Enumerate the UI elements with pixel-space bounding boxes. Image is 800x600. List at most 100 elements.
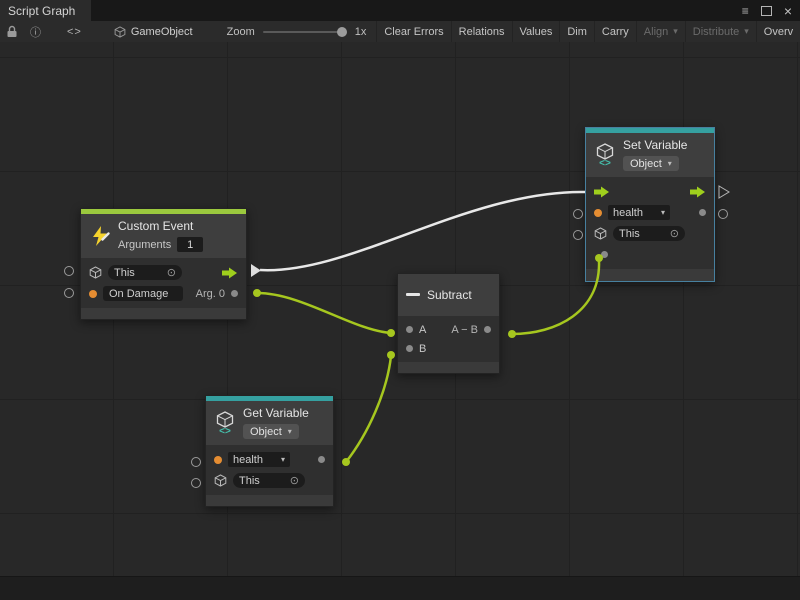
tab-script-graph[interactable]: Script Graph (0, 0, 91, 21)
tab-bar: Script Graph ≡ × (0, 0, 800, 21)
input-a-row: A A − B (398, 320, 499, 339)
cube-icon (594, 227, 607, 240)
gameobject-icon (114, 26, 126, 38)
arg0-output-port[interactable] (231, 290, 238, 297)
target-row: This ⊙ (81, 262, 246, 283)
event-name-field[interactable]: On Damage (103, 286, 183, 301)
cube-icon (214, 474, 227, 487)
caret-down-icon: ▾ (288, 427, 292, 436)
variable-name-dropdown[interactable]: health ▾ (608, 205, 670, 220)
custom-event-body: This ⊙ On Damage Arg. 0 (81, 258, 246, 308)
variable-scope-dropdown[interactable]: Object ▾ (243, 424, 299, 439)
target-object-field[interactable]: This ⊙ (233, 473, 305, 488)
variable-name-row: health ▾ (586, 202, 714, 223)
menu-icon[interactable]: ≡ (742, 4, 749, 18)
value-output-port[interactable] (699, 209, 706, 216)
svg-text:<>: <> (219, 426, 231, 435)
variable-port-dot[interactable] (214, 456, 222, 464)
value-output-port[interactable] (318, 456, 325, 463)
variable-icon: <> (594, 143, 616, 167)
target-object-field[interactable]: This ⊙ (613, 226, 685, 241)
zoom-label: Zoom (227, 26, 255, 38)
caret-down-icon: ▾ (673, 26, 678, 37)
target-row: This ⊙ (586, 223, 714, 244)
dim-button[interactable]: Dim (560, 21, 595, 42)
node-custom-event[interactable]: Custom Event Arguments 1 This ⊙ (80, 208, 247, 320)
value-input-row (586, 244, 714, 265)
node-set-variable[interactable]: <> Set Variable Object ▾ (585, 127, 715, 282)
node-footer (206, 495, 333, 506)
zoom-control: Zoom 1x (227, 26, 367, 38)
subtract-icon (406, 293, 420, 296)
code-icon[interactable]: <> (61, 26, 88, 38)
value-input-port[interactable] (601, 251, 608, 258)
align-button: Align ▾ (637, 21, 686, 42)
arguments-count-field[interactable]: 1 (177, 237, 203, 252)
cube-icon (89, 266, 102, 279)
get-variable-header: <> Get Variable Object ▾ (206, 401, 333, 445)
object-picker-icon[interactable]: ⊙ (670, 227, 679, 240)
node-title: Get Variable (243, 406, 309, 420)
tab-spacer (91, 0, 741, 21)
carry-button[interactable]: Carry (595, 21, 637, 42)
get-variable-body: health ▾ This ⊙ (206, 445, 333, 495)
input-a-port[interactable] (406, 326, 413, 333)
lock-icon[interactable] (0, 25, 24, 38)
distribute-button: Distribute ▾ (686, 21, 757, 42)
info-icon[interactable]: ⓘ (24, 24, 47, 40)
caret-down-icon: ▾ (744, 26, 749, 37)
variable-scope-dropdown[interactable]: Object ▾ (623, 156, 679, 171)
object-picker-icon[interactable]: ⊙ (167, 266, 176, 279)
canvas-bottom-strip (0, 576, 800, 600)
toolbar-buttons: Clear Errors Relations Values Dim Carry … (376, 21, 800, 42)
caret-down-icon: ▾ (668, 159, 672, 168)
variable-icon: <> (214, 411, 236, 435)
control-flow-row (586, 181, 714, 202)
node-title: Custom Event (118, 219, 203, 233)
input-a-label: A (419, 324, 426, 336)
overview-button[interactable]: Overv (757, 21, 800, 42)
target-row: This ⊙ (206, 470, 333, 491)
values-button[interactable]: Values (513, 21, 561, 42)
output-port[interactable] (484, 326, 491, 333)
graph-target-label: GameObject (131, 26, 193, 38)
zoom-slider[interactable] (263, 31, 347, 33)
set-variable-header: <> Set Variable Object ▾ (586, 133, 714, 177)
close-icon[interactable]: × (784, 4, 792, 18)
node-title: Set Variable (623, 138, 687, 152)
zoom-slider-handle[interactable] (337, 27, 347, 37)
variable-name-row: health ▾ (206, 449, 333, 470)
node-footer (586, 269, 714, 281)
node-title: Subtract (427, 288, 472, 302)
event-name-row: On Damage Arg. 0 (81, 283, 246, 304)
clear-errors-button[interactable]: Clear Errors (377, 21, 451, 42)
target-object-field[interactable]: This ⊙ (108, 265, 182, 280)
node-footer (398, 362, 499, 373)
node-get-variable[interactable]: <> Get Variable Object ▾ health ▾ (205, 395, 334, 507)
control-input-arrow[interactable] (594, 186, 610, 198)
node-subtract[interactable]: Subtract A A − B B (397, 273, 500, 374)
subtract-body: A A − B B (398, 316, 499, 362)
subtract-header: Subtract (398, 274, 499, 316)
input-b-label: B (419, 343, 426, 355)
control-output-arrow[interactable] (690, 186, 706, 198)
input-b-port[interactable] (406, 345, 413, 352)
relations-button[interactable]: Relations (452, 21, 513, 42)
custom-event-icon (89, 225, 111, 247)
variable-name-dropdown[interactable]: health ▾ (228, 452, 290, 467)
set-variable-body: health ▾ This ⊙ (586, 177, 714, 269)
tab-title: Script Graph (8, 4, 75, 18)
script-graph-window: Script Graph ≡ × ⓘ <> GameObject (0, 0, 800, 600)
arguments-label: Arguments (118, 239, 171, 251)
graph-target[interactable]: GameObject (114, 26, 193, 38)
svg-text:<>: <> (599, 158, 611, 167)
input-b-row: B (398, 339, 499, 358)
zoom-value: 1x (355, 26, 367, 38)
variable-port-dot[interactable] (594, 209, 602, 217)
control-output-arrow[interactable] (222, 267, 238, 279)
custom-event-header: Custom Event Arguments 1 (81, 214, 246, 258)
caret-down-icon: ▾ (661, 208, 665, 217)
object-picker-icon[interactable]: ⊙ (290, 474, 299, 487)
event-port-dot[interactable] (89, 290, 97, 298)
maximize-icon[interactable] (761, 6, 772, 16)
